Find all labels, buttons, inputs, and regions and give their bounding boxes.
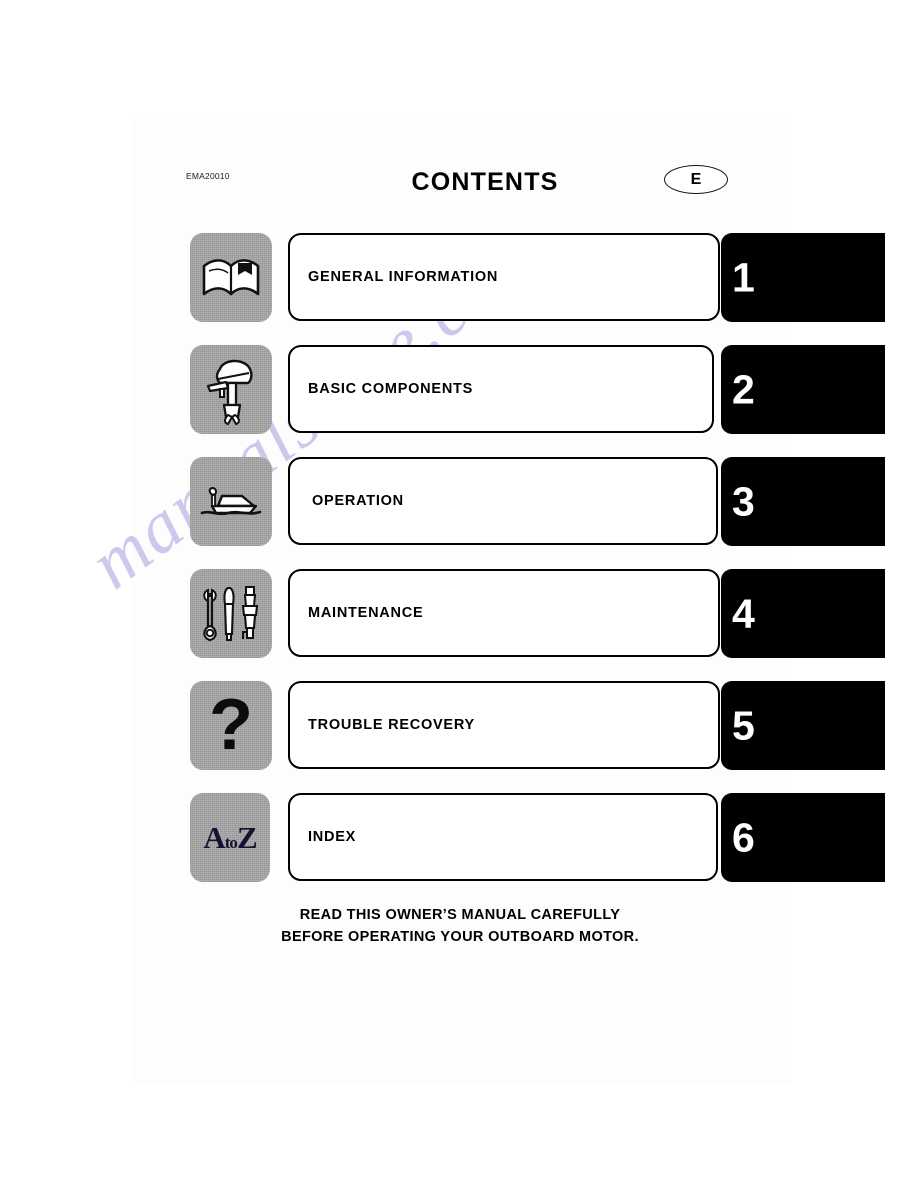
section-number-tab[interactable]: 3	[721, 457, 885, 546]
section-label: INDEX	[308, 829, 357, 845]
document-code: EMA20010	[186, 171, 230, 181]
section-number: 2	[732, 366, 755, 412]
language-badge: E	[664, 165, 728, 194]
section-label: BASIC COMPONENTS	[308, 381, 474, 397]
a-to-z-icon: AtoZ	[190, 793, 270, 882]
word-to: to	[224, 833, 238, 852]
section-label: OPERATION	[312, 493, 404, 509]
section-label-box[interactable]: BASIC COMPONENTS	[288, 345, 714, 433]
footer-notice: READ THIS OWNER’S MANUAL CAREFULLY BEFOR…	[190, 905, 730, 949]
section-number-tab[interactable]: 6	[721, 793, 885, 882]
question-mark-icon: ?	[190, 681, 272, 770]
section-number: 6	[732, 814, 755, 860]
language-badge-label: E	[690, 170, 702, 188]
section-number-tab[interactable]: 5	[721, 681, 885, 770]
wrench-screwdriver-sparkplug-icon	[190, 569, 272, 658]
section-label-box[interactable]: INDEX	[288, 793, 718, 881]
page-content: EMA20010 CONTENTS E GENERAL INFORMATION …	[0, 0, 918, 1188]
section-number: 3	[732, 478, 755, 524]
section-number-tab[interactable]: 4	[721, 569, 885, 658]
section-label-box[interactable]: TROUBLE RECOVERY	[288, 681, 720, 769]
section-label: GENERAL INFORMATION	[308, 269, 499, 285]
section-number: 1	[732, 254, 755, 300]
open-book-icon	[190, 233, 272, 322]
question-mark-glyph: ?	[209, 685, 253, 766]
page-title: CONTENTS	[411, 168, 559, 196]
section-label: TROUBLE RECOVERY	[308, 717, 475, 733]
section-number-tab[interactable]: 2	[721, 345, 885, 434]
footer-line-1: READ THIS OWNER’S MANUAL CAREFULLY	[299, 907, 621, 923]
section-number-tab[interactable]: 1	[721, 233, 885, 322]
section-label-box[interactable]: MAINTENANCE	[288, 569, 720, 657]
letter-a: A	[203, 820, 225, 855]
section-label: MAINTENANCE	[308, 605, 424, 621]
boat-on-water-icon	[190, 457, 272, 546]
a-to-z-glyph: AtoZ	[203, 820, 258, 855]
letter-z: Z	[236, 820, 258, 855]
section-number: 5	[732, 702, 755, 748]
footer-line-2: BEFORE OPERATING YOUR OUTBOARD MOTOR.	[281, 928, 639, 945]
section-label-box[interactable]: GENERAL INFORMATION	[288, 233, 720, 321]
section-label-box[interactable]: OPERATION	[288, 457, 718, 545]
section-number: 4	[732, 590, 755, 636]
outboard-motor-icon	[190, 345, 272, 434]
